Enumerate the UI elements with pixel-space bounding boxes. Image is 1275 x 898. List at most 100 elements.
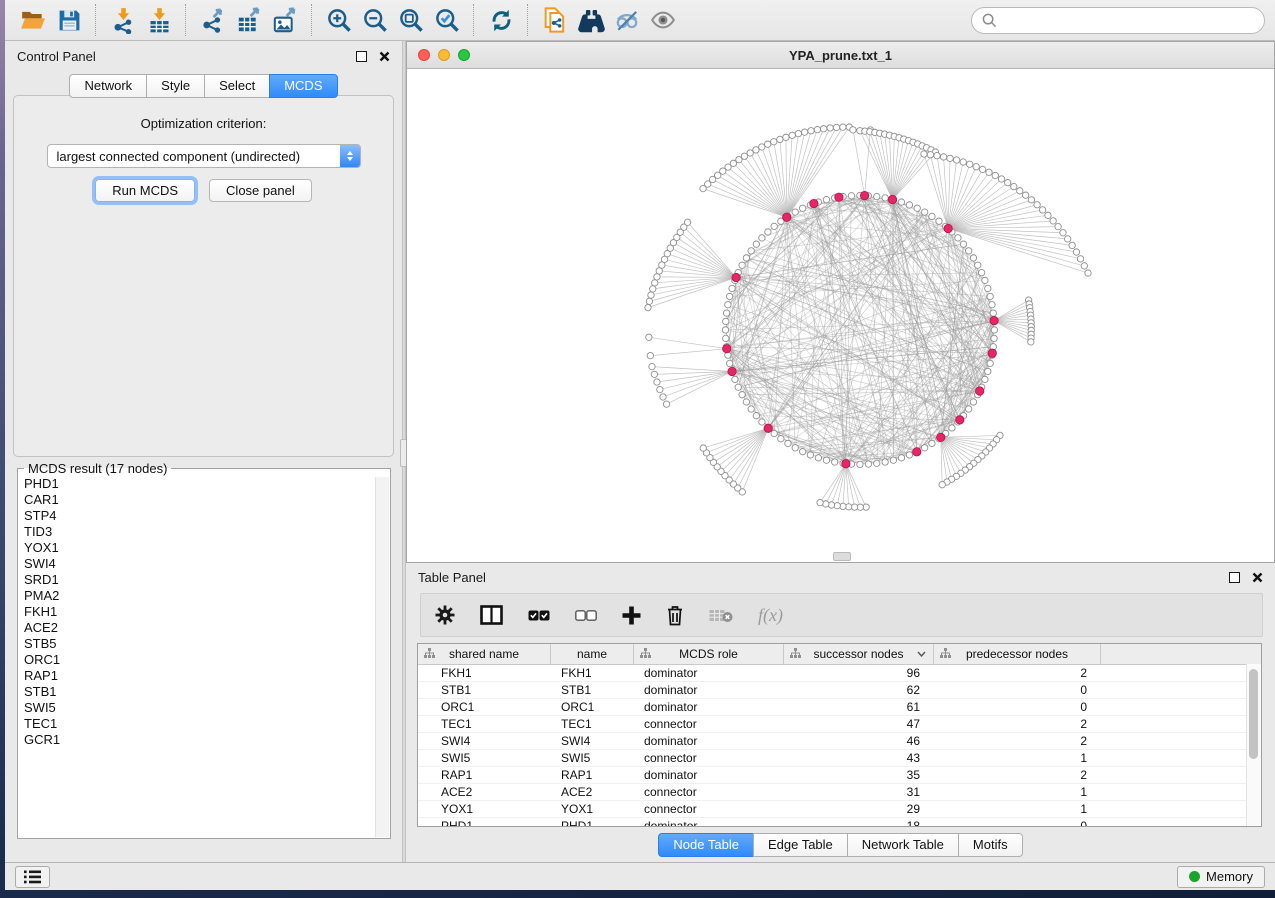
select-all-icon[interactable] [528,610,550,621]
tab-network-table[interactable]: Network Table [847,833,959,857]
network-graph[interactable] [407,68,1274,562]
cell-predecessor-nodes[interactable]: 2 [934,717,1101,731]
table-row[interactable]: RAP1RAP1dominator352 [418,767,1261,784]
cell-successor-nodes[interactable]: 43 [784,751,934,765]
search-input[interactable] [1003,12,1254,29]
network-window-titlebar[interactable]: YPA_prune.txt_1 [407,42,1274,69]
find-binoculars-icon[interactable] [573,3,609,37]
import-network-icon[interactable] [105,3,141,37]
table-scrollbar[interactable] [1246,664,1261,826]
cell-shared-name[interactable]: ORC1 [418,700,551,714]
cell-predecessor-nodes[interactable]: 0 [934,683,1101,697]
cell-mcds-role[interactable]: dominator [634,734,784,748]
close-table-panel-icon[interactable] [1252,572,1263,583]
cell-shared-name[interactable]: ACE2 [418,785,551,799]
cell-shared-name[interactable]: PHD1 [418,819,551,827]
save-session-icon[interactable] [51,3,87,37]
column-header-successor-nodes[interactable]: successor nodes [784,644,934,664]
mcds-result-item[interactable]: SWI4 [18,556,376,572]
dropdown-stepper-icon[interactable] [340,145,360,167]
tab-node-table[interactable]: Node Table [658,833,754,857]
column-header-mcds-role[interactable]: MCDS role [634,644,784,664]
zoom-selected-icon[interactable] [429,3,465,37]
column-header-shared-name[interactable]: shared name [418,644,551,664]
open-file-icon[interactable] [15,3,51,37]
cell-mcds-role[interactable]: connector [634,717,784,731]
show-graphics-details-icon[interactable] [645,3,681,37]
zoom-fit-icon[interactable] [393,3,429,37]
cell-successor-nodes[interactable]: 31 [784,785,934,799]
cell-predecessor-nodes[interactable]: 1 [934,751,1101,765]
cell-name[interactable]: RAP1 [551,768,634,782]
cell-name[interactable]: SWI5 [551,751,634,765]
scrollbar-thumb[interactable] [1249,669,1258,759]
cell-successor-nodes[interactable]: 46 [784,734,934,748]
cell-mcds-role[interactable]: dominator [634,666,784,680]
table-row[interactable]: ORC1ORC1dominator610 [418,699,1261,716]
tab-motifs[interactable]: Motifs [958,833,1023,857]
cell-mcds-role[interactable]: dominator [634,768,784,782]
cell-predecessor-nodes[interactable]: 1 [934,802,1101,816]
result-scrollbar[interactable] [375,477,389,837]
hide-graphics-details-icon[interactable] [609,3,645,37]
table-row[interactable]: YOX1YOX1connector291 [418,801,1261,818]
cell-name[interactable]: STB1 [551,683,634,697]
cell-shared-name[interactable]: YOX1 [418,802,551,816]
task-history-button[interactable] [15,866,50,888]
table-row[interactable]: SWI4SWI4dominator462 [418,733,1261,750]
cell-predecessor-nodes[interactable]: 2 [934,734,1101,748]
table-settings-gear-icon[interactable] [435,605,455,625]
mcds-result-list[interactable]: PHD1CAR1STP4TID3YOX1SWI4SRD1PMA2FKH1ACE2… [18,476,376,748]
table-row[interactable]: SWI5SWI5connector431 [418,750,1261,767]
mcds-result-item[interactable]: TEC1 [18,716,376,732]
cell-name[interactable]: FKH1 [551,666,634,680]
run-mcds-button[interactable]: Run MCDS [95,179,195,202]
close-panel-icon[interactable] [379,51,390,62]
mcds-result-item[interactable]: STP4 [18,508,376,524]
cell-successor-nodes[interactable]: 18 [784,819,934,827]
optimization-criterion-select[interactable]: largest connected component (undirected) [47,144,361,168]
refresh-view-icon[interactable] [483,3,519,37]
cell-mcds-role[interactable]: dominator [634,819,784,827]
cell-successor-nodes[interactable]: 61 [784,700,934,714]
zoom-in-icon[interactable] [321,3,357,37]
memory-button[interactable]: Memory [1177,866,1265,888]
mcds-result-item[interactable]: STB1 [18,684,376,700]
float-panel-icon[interactable] [356,51,367,62]
column-header-name[interactable]: name [551,644,634,664]
column-header-predecessor-nodes[interactable]: predecessor nodes [934,644,1101,664]
tab-style[interactable]: Style [146,74,205,98]
mcds-result-item[interactable]: YOX1 [18,540,376,556]
cell-name[interactable]: PHD1 [551,819,634,827]
cell-name[interactable]: ACE2 [551,785,634,799]
canvas-splitter-grip-icon[interactable] [833,552,851,561]
cell-mcds-role[interactable]: dominator [634,700,784,714]
cell-successor-nodes[interactable]: 62 [784,683,934,697]
mcds-result-item[interactable]: ACE2 [18,620,376,636]
cell-successor-nodes[interactable]: 47 [784,717,934,731]
export-image-icon[interactable] [267,3,303,37]
show-columns-icon[interactable] [480,605,503,625]
mcds-result-item[interactable]: FKH1 [18,604,376,620]
cell-shared-name[interactable]: STB1 [418,683,551,697]
mcds-result-item[interactable]: SWI5 [18,700,376,716]
table-row[interactable]: FKH1FKH1dominator962 [418,665,1261,682]
cell-name[interactable]: SWI4 [551,734,634,748]
export-network-icon[interactable] [195,3,231,37]
mcds-result-item[interactable]: RAP1 [18,668,376,684]
cell-predecessor-nodes[interactable]: 2 [934,768,1101,782]
cell-shared-name[interactable]: SWI4 [418,734,551,748]
cell-mcds-role[interactable]: dominator [634,683,784,697]
clone-network-icon[interactable] [537,3,573,37]
cell-predecessor-nodes[interactable]: 2 [934,666,1101,680]
cell-predecessor-nodes[interactable]: 0 [934,700,1101,714]
tab-network[interactable]: Network [69,74,147,98]
close-panel-button[interactable]: Close panel [209,179,312,202]
deselect-all-icon[interactable] [575,610,597,621]
tab-edge-table[interactable]: Edge Table [753,833,848,857]
cell-shared-name[interactable]: TEC1 [418,717,551,731]
network-canvas[interactable] [407,68,1274,562]
mcds-result-item[interactable]: TID3 [18,524,376,540]
float-table-panel-icon[interactable] [1229,572,1240,583]
cell-predecessor-nodes[interactable]: 0 [934,819,1101,827]
